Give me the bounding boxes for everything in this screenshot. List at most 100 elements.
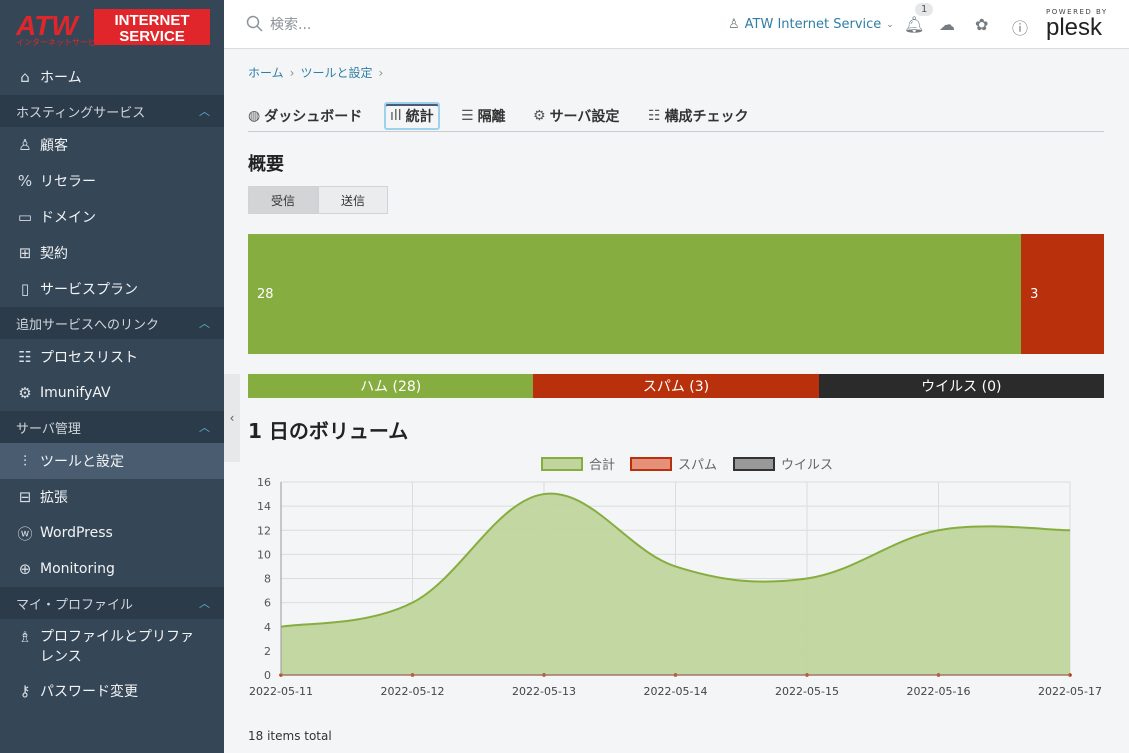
sidebar-item-customers[interactable]: ♙ 顧客 xyxy=(0,127,224,163)
sidebar-item-imunify[interactable]: ⚙ ImunifyAV xyxy=(0,375,224,411)
spam-legend[interactable]: スパム (3) xyxy=(533,374,819,398)
tab-statistics[interactable]: ıll 統計 xyxy=(384,102,440,130)
outgoing-button[interactable]: 送信 xyxy=(318,186,388,214)
user-icon: ♙ xyxy=(728,17,740,32)
section-label: サーバ管理 xyxy=(16,421,81,437)
sidebar-item-tools[interactable]: ⫶ ツールと設定 xyxy=(0,443,224,479)
topbar: 検索... ♙ ATW Internet Service ⌄ 🔔︎ 1 ☁ ✿ … xyxy=(224,0,1129,49)
tab-server-settings[interactable]: ⚙ サーバ設定 xyxy=(533,106,619,126)
y-tick-label: 12 xyxy=(257,524,271,537)
notification-badge: 1 xyxy=(915,3,934,16)
brand-logo[interactable]: ATW INTERNET SERVICE インターネットサービス xyxy=(0,0,224,58)
sidebar-item-label: ImunifyAV xyxy=(40,385,111,401)
gear-icon: ⚙ xyxy=(18,384,32,402)
tab-config-check[interactable]: ☷ 構成チェック xyxy=(648,106,749,126)
ham-legend[interactable]: ハム (28) xyxy=(248,374,534,398)
book-icon: ▯ xyxy=(20,280,30,298)
tab-label: 構成チェック xyxy=(664,109,749,125)
y-tick-label: 0 xyxy=(264,669,271,682)
sidebar-item-process-list[interactable]: ☷ プロセスリスト xyxy=(0,339,224,375)
plesk-name: plesk xyxy=(1046,14,1103,41)
gear-icon: ⚙ xyxy=(533,108,546,124)
sidebar-item-home[interactable]: ⌂ ホーム xyxy=(0,59,224,95)
ham-segment: 28 xyxy=(248,234,1022,354)
tab-label: 隔離 xyxy=(477,109,506,125)
monitor-icon: ▭ xyxy=(17,208,33,226)
tab-quarantine[interactable]: ☰ 隔離 xyxy=(461,106,506,126)
incoming-button[interactable]: 受信 xyxy=(248,186,318,214)
sidebar-item-label: WordPress xyxy=(40,525,113,541)
sidebar-item-label: リセラー xyxy=(40,174,96,190)
search-box[interactable]: 検索... xyxy=(246,14,311,34)
daily-volume-chart: 0 2 4 6 8 10 12 14 16 2022-05-11 2022-05-12 2022-05… xyxy=(249,457,1102,698)
account-name: ATW Internet Service xyxy=(744,17,882,32)
sidebar-section-links[interactable]: 追加サービスへのリンク ︿ xyxy=(0,307,224,339)
sidebar-item-resellers[interactable]: % リセラー xyxy=(0,163,224,199)
legend-label: スパム xyxy=(678,458,717,473)
breadcrumb-tools[interactable]: ツールと設定 xyxy=(300,66,372,80)
section-label: マイ・プロファイル xyxy=(16,597,134,613)
list-icon: ☰ xyxy=(461,108,474,124)
community-icon[interactable]: ✿ xyxy=(975,15,988,34)
sidebar-item-label: 顧客 xyxy=(40,138,68,154)
spam-segment: 3 xyxy=(1021,234,1104,354)
legend-swatch xyxy=(733,457,775,471)
sidebar-item-label: 拡張 xyxy=(40,490,68,506)
plesk-logo[interactable]: POWERED BY plesk xyxy=(1046,8,1116,40)
y-tick-label: 14 xyxy=(257,500,271,513)
section-label: 追加サービスへのリンク xyxy=(16,317,160,333)
sidebar-collapse-handle[interactable]: ‹ xyxy=(224,374,240,462)
tab-label: サーバ設定 xyxy=(549,109,620,125)
sidebar-item-service-plans[interactable]: ▯ サービスプラン xyxy=(0,271,224,307)
y-tick-label: 8 xyxy=(264,573,271,586)
percent-icon: % xyxy=(17,172,33,190)
sidebar-item-label: プロファイルとプリファレンス xyxy=(40,629,194,665)
sidebar-item-label: ツールと設定 xyxy=(40,454,124,470)
search-icon xyxy=(246,15,263,32)
sidebar-section-hosting[interactable]: ホスティングサービス ︿ xyxy=(0,95,224,127)
sidebar-item-password[interactable]: ⚷ パスワード変更 xyxy=(0,673,224,709)
sidebar-section-profile[interactable]: マイ・プロファイル ︿ xyxy=(0,587,224,619)
legend-swatch xyxy=(630,457,672,471)
sidebar-item-extensions[interactable]: ⊟ 拡張 xyxy=(0,479,224,515)
tab-dashboard[interactable]: ◍ ダッシュボード xyxy=(248,106,362,126)
sidebar-item-label: サービスプラン xyxy=(40,282,138,298)
key-icon: ⚷ xyxy=(19,682,31,700)
grid-icon: ⊞ xyxy=(18,244,32,262)
chevron-up-icon: ︿ xyxy=(199,317,210,330)
home-icon: ⌂ xyxy=(20,68,30,86)
help-icon[interactable]: ⓘ xyxy=(1012,15,1028,39)
sidebar-item-profile-preferences[interactable]: ♗ プロファイルとプリファレンス xyxy=(0,619,224,673)
y-tick-label: 6 xyxy=(264,597,271,610)
chevron-right-icon: › xyxy=(378,66,384,80)
y-tick-label: 4 xyxy=(264,621,271,634)
sidebar-item-label: ドメイン xyxy=(40,210,96,226)
account-menu[interactable]: ♙ ATW Internet Service ⌄ xyxy=(728,17,894,32)
search-input[interactable]: 検索... xyxy=(270,14,311,34)
y-tick-label: 10 xyxy=(257,548,271,561)
chevron-up-icon: ︿ xyxy=(199,105,210,118)
sidebar-item-monitoring[interactable]: ⊕ Monitoring xyxy=(0,551,224,587)
chevron-down-icon: ⌄ xyxy=(886,19,894,30)
chevron-up-icon: ︿ xyxy=(199,421,210,434)
sliders-icon: ⫶ xyxy=(23,452,27,470)
sidebar-item-subscriptions[interactable]: ⊞ 契約 xyxy=(0,235,224,271)
legend-label: 合計 xyxy=(589,457,615,473)
svg-text:インターネットサービス: インターネットサービス xyxy=(16,38,104,47)
breadcrumb-home[interactable]: ホーム xyxy=(248,66,284,80)
sidebar-item-domains[interactable]: ▭ ドメイン xyxy=(0,199,224,235)
sidebar-section-server[interactable]: サーバ管理 ︿ xyxy=(0,411,224,443)
cloud-icon[interactable]: ☁ xyxy=(939,15,955,34)
sidebar-item-label: Monitoring xyxy=(40,561,115,577)
virus-legend[interactable]: ウイルス (0) xyxy=(818,374,1104,398)
sidebar-item-label: プロセスリスト xyxy=(40,350,138,366)
legend-swatch xyxy=(541,457,583,471)
notifications-icon[interactable]: 🔔︎ xyxy=(904,15,924,34)
sidebar-item-wordpress[interactable]: ⓦ WordPress xyxy=(0,515,224,551)
wordpress-icon: ⓦ xyxy=(17,524,33,543)
checklist-icon: ☷ xyxy=(648,108,661,124)
direction-toggle: 受信 送信 xyxy=(248,186,388,214)
x-tick-label: 2022-05-14 xyxy=(644,685,708,698)
section-label: ホスティングサービス xyxy=(16,105,146,121)
user-icon: ♙ xyxy=(18,136,32,154)
